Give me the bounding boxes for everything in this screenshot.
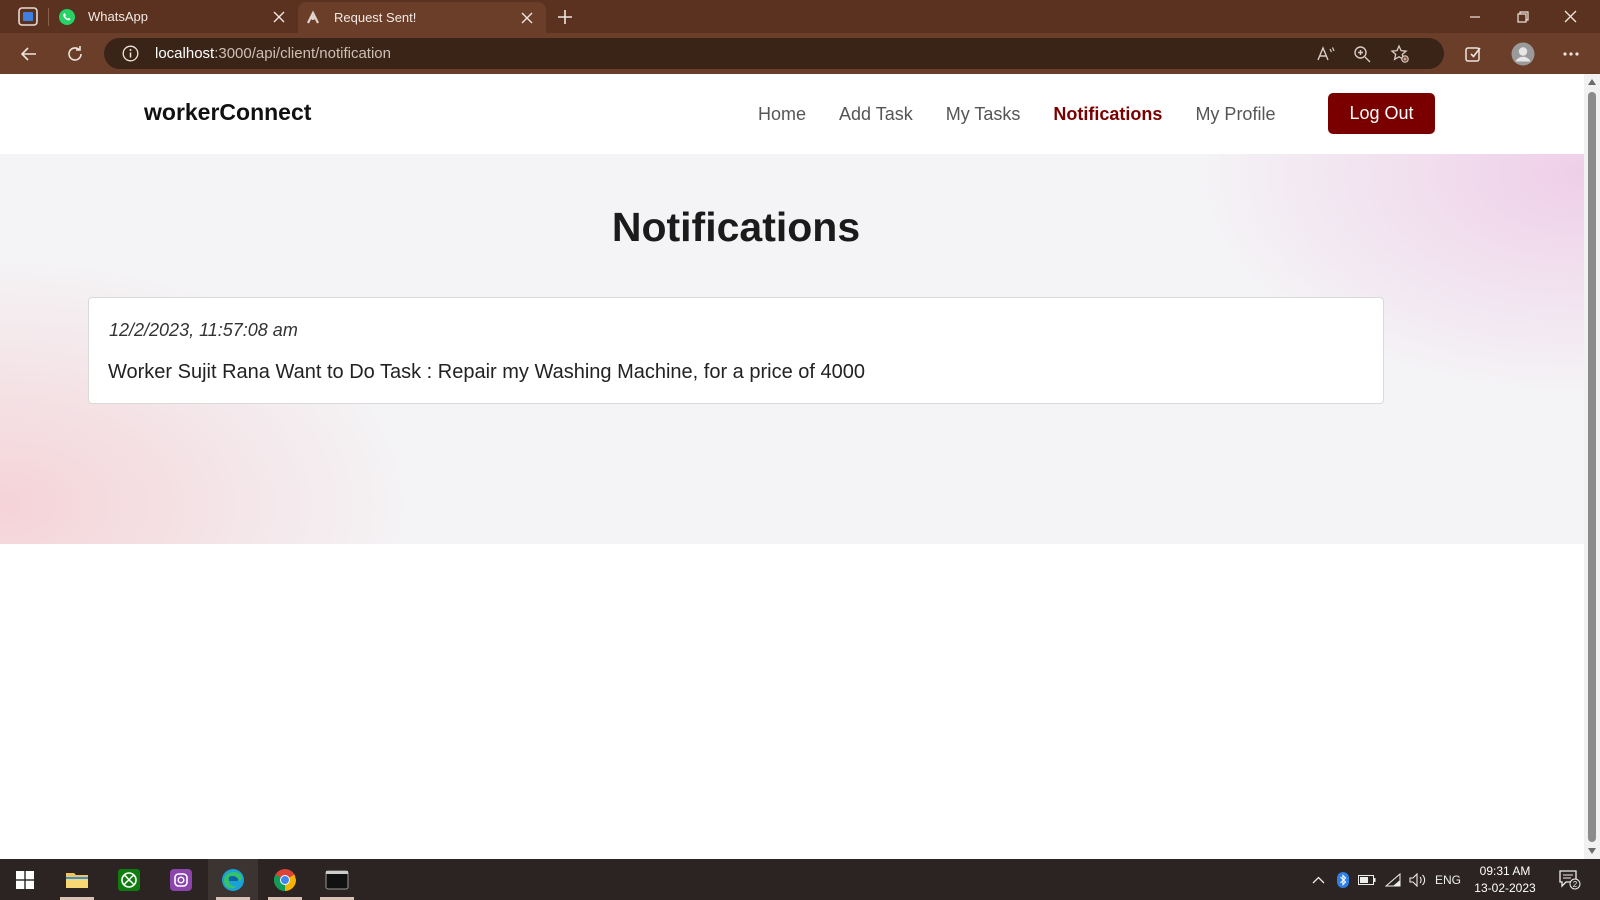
profile-avatar-icon[interactable] [1510, 41, 1536, 67]
notification-timestamp: 12/2/2023, 11:57:08 am [109, 320, 298, 340]
site-favicon [304, 9, 322, 27]
show-hidden-icons-chevron[interactable] [1308, 859, 1328, 900]
browser-tab-bar: WhatsApp Request Sent! [0, 0, 1600, 33]
site-logo[interactable]: workerConnect [144, 99, 311, 126]
refresh-button[interactable] [62, 41, 88, 67]
url-field[interactable]: localhost:3000/api/client/notification [104, 38, 1444, 69]
file-explorer-icon[interactable] [52, 859, 102, 900]
notifications-section: Notifications 12/2/2023, 11:57:08 am Wor… [0, 154, 1584, 544]
nav-my-tasks[interactable]: My Tasks [946, 104, 1021, 125]
info-icon[interactable] [122, 45, 139, 62]
volume-icon[interactable] [1407, 859, 1429, 900]
zoom-icon[interactable] [1352, 44, 1372, 64]
page-scrollbar[interactable] [1584, 74, 1600, 859]
nav-home[interactable]: Home [758, 104, 806, 125]
close-icon[interactable] [268, 6, 290, 28]
taskbar-clock[interactable]: 09:31 AM 13-02-2023 [1468, 863, 1542, 897]
page-title: Notifications [611, 204, 861, 250]
notification-card: 12/2/2023, 11:57:08 am Worker Sujit Rana… [88, 297, 1384, 404]
favorite-star-icon[interactable] [1390, 44, 1410, 64]
nav-my-profile[interactable]: My Profile [1195, 104, 1275, 125]
url-host: localhost [155, 45, 215, 62]
clock-date: 13-02-2023 [1474, 881, 1536, 895]
close-window-button[interactable] [1548, 0, 1592, 33]
read-aloud-icon[interactable] [1316, 44, 1336, 64]
logout-button[interactable]: Log Out [1328, 93, 1435, 134]
more-options-icon[interactable] [1558, 41, 1584, 67]
tab-request-sent[interactable]: Request Sent! [298, 2, 546, 33]
edge-browser-icon[interactable] [208, 859, 258, 900]
page-viewport: workerConnect Home Add Task My Tasks Not… [0, 74, 1584, 859]
chrome-icon[interactable] [260, 859, 310, 900]
nav-links: Home Add Task My Tasks Notifications My … [758, 104, 1308, 125]
nav-notifications[interactable]: Notifications [1053, 104, 1162, 125]
bluetooth-icon[interactable] [1333, 859, 1353, 900]
url-path: :3000/api/client/notification [214, 45, 391, 62]
start-button[interactable] [0, 859, 50, 900]
terminal-icon[interactable] [312, 859, 362, 900]
scroll-thumb[interactable] [1588, 92, 1596, 842]
new-tab-button[interactable] [554, 6, 576, 28]
tab-label: WhatsApp [88, 9, 148, 24]
site-navbar: workerConnect Home Add Task My Tasks Not… [0, 74, 1584, 154]
wifi-icon[interactable] [1382, 859, 1404, 900]
scroll-up-arrow[interactable] [1588, 79, 1596, 85]
tab-whatsapp[interactable]: WhatsApp [52, 0, 298, 33]
minimize-button[interactable] [1452, 0, 1498, 33]
scroll-down-arrow[interactable] [1588, 848, 1596, 854]
browser-address-bar: localhost:3000/api/client/notification [0, 33, 1600, 74]
whatsapp-icon [58, 8, 76, 26]
workspaces-icon[interactable] [18, 7, 38, 26]
nav-add-task[interactable]: Add Task [839, 104, 913, 125]
clock-time: 09:31 AM [1479, 864, 1531, 878]
language-indicator[interactable]: ENG [1432, 859, 1464, 900]
battery-icon[interactable] [1356, 859, 1378, 900]
tab-label: Request Sent! [334, 10, 417, 25]
notification-center-button[interactable]: 2 [1552, 859, 1588, 900]
back-button[interactable] [16, 41, 42, 67]
xbox-icon[interactable] [104, 859, 154, 900]
close-icon[interactable] [516, 7, 538, 29]
notification-count: 2 [1573, 880, 1578, 889]
instagram-app-icon[interactable] [156, 859, 206, 900]
url-text: localhost:3000/api/client/notification [155, 45, 391, 62]
extensions-icon[interactable] [1461, 41, 1487, 67]
notification-message: Worker Sujit Rana Want to Do Task : Repa… [108, 361, 865, 383]
windows-taskbar: ENG 09:31 AM 13-02-2023 2 [0, 859, 1600, 900]
tab-separator [48, 8, 49, 26]
restore-button[interactable] [1500, 0, 1546, 33]
